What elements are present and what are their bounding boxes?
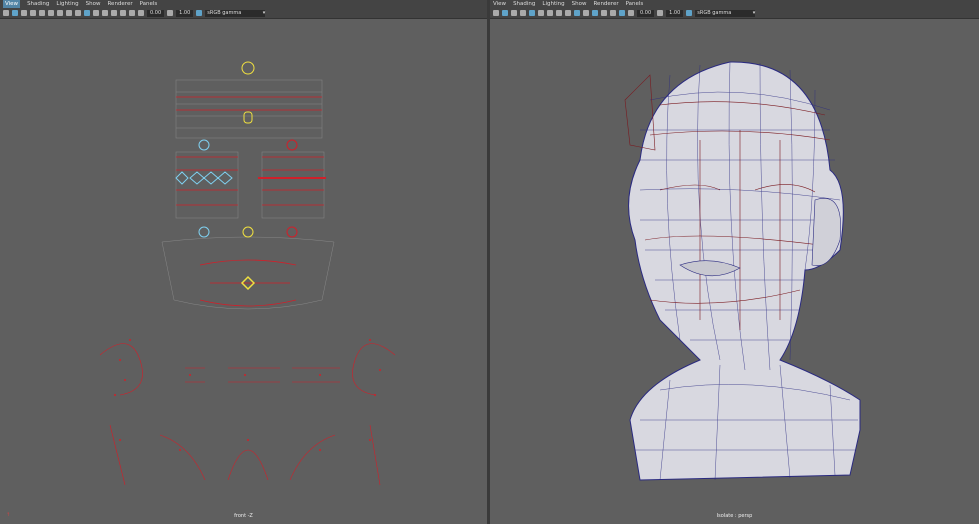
menu-lighting[interactable]: Lighting bbox=[542, 0, 564, 8]
gamma-icon[interactable] bbox=[167, 10, 174, 16]
chevron-down-icon: ▾ bbox=[752, 9, 756, 16]
gate-mask-icon[interactable] bbox=[556, 10, 562, 16]
chevron-down-icon: ▾ bbox=[262, 9, 266, 16]
exposure-icon[interactable] bbox=[138, 10, 144, 16]
color-space-dropdown[interactable]: sRGB gamma ▾ bbox=[205, 9, 266, 17]
head-surface bbox=[628, 61, 861, 481]
image-plane-icon[interactable] bbox=[30, 10, 36, 16]
lights-icon[interactable] bbox=[102, 10, 108, 16]
panel-toolbar: 0.00 1.00 sRGB gamma ▾ bbox=[0, 8, 487, 19]
gamma-icon[interactable] bbox=[657, 10, 664, 16]
bookmark-icon[interactable] bbox=[511, 10, 517, 16]
exposure-field[interactable]: 0.00 bbox=[147, 9, 165, 17]
gamma-field[interactable]: 1.00 bbox=[176, 9, 194, 17]
film-gate-icon[interactable] bbox=[48, 10, 54, 16]
gamma-field[interactable]: 1.00 bbox=[666, 9, 684, 17]
camera-label: front -Z bbox=[234, 513, 253, 519]
panel-menubar: View Shading Lighting Show Renderer Pane… bbox=[490, 0, 979, 8]
front-viewport-panel[interactable]: View Shading Lighting Show Renderer Pane… bbox=[0, 0, 487, 524]
menu-lighting[interactable]: Lighting bbox=[56, 0, 78, 8]
menu-view[interactable]: View bbox=[493, 0, 506, 8]
color-space-dropdown[interactable]: sRGB gamma ▾ bbox=[695, 9, 756, 17]
camera-select-icon[interactable] bbox=[3, 10, 9, 16]
grid-icon[interactable] bbox=[529, 10, 535, 16]
lights-icon[interactable] bbox=[592, 10, 598, 16]
camera-attributes-icon[interactable] bbox=[502, 10, 508, 16]
camera-attributes-icon[interactable] bbox=[12, 10, 18, 16]
menu-show[interactable]: Show bbox=[86, 0, 101, 8]
panel-menubar: View Shading Lighting Show Renderer Pane… bbox=[0, 0, 487, 8]
textured-icon[interactable] bbox=[93, 10, 99, 16]
color-management-icon[interactable] bbox=[196, 10, 203, 16]
menu-show[interactable]: Show bbox=[572, 0, 587, 8]
menu-shading[interactable]: Shading bbox=[27, 0, 49, 8]
isolate-icon[interactable] bbox=[129, 10, 135, 16]
film-gate-icon[interactable] bbox=[538, 10, 544, 16]
camera-select-icon[interactable] bbox=[493, 10, 499, 16]
isolate-icon[interactable] bbox=[619, 10, 625, 16]
xray-icon[interactable] bbox=[610, 10, 616, 16]
wireframe-icon[interactable] bbox=[565, 10, 571, 16]
panel-toolbar: 0.00 1.00 sRGB gamma ▾ bbox=[490, 8, 979, 19]
image-plane-icon[interactable] bbox=[520, 10, 526, 16]
wireframe-icon[interactable] bbox=[75, 10, 81, 16]
shadows-icon[interactable] bbox=[601, 10, 607, 16]
menu-renderer[interactable]: Renderer bbox=[593, 0, 618, 8]
textured-icon[interactable] bbox=[583, 10, 589, 16]
camera-label: Isolate : persp bbox=[716, 513, 753, 519]
menu-panels[interactable]: Panels bbox=[626, 0, 644, 8]
smooth-shade-icon[interactable] bbox=[84, 10, 90, 16]
resolution-gate-icon[interactable] bbox=[547, 10, 553, 16]
gate-mask-icon[interactable] bbox=[66, 10, 72, 16]
shadows-icon[interactable] bbox=[111, 10, 117, 16]
menu-shading[interactable]: Shading bbox=[513, 0, 535, 8]
menu-renderer[interactable]: Renderer bbox=[107, 0, 132, 8]
exposure-field[interactable]: 0.00 bbox=[637, 9, 655, 17]
face-rig-controls[interactable] bbox=[0, 19, 487, 524]
bookmark-icon[interactable] bbox=[21, 10, 27, 16]
menu-panels[interactable]: Panels bbox=[140, 0, 158, 8]
xray-icon[interactable] bbox=[120, 10, 126, 16]
head-mesh[interactable] bbox=[490, 19, 979, 524]
resolution-gate-icon[interactable] bbox=[57, 10, 63, 16]
grid-icon[interactable] bbox=[39, 10, 45, 16]
menu-view[interactable]: View bbox=[3, 0, 21, 8]
color-management-icon[interactable] bbox=[686, 10, 693, 16]
smooth-shade-icon[interactable] bbox=[574, 10, 580, 16]
exposure-icon[interactable] bbox=[628, 10, 634, 16]
persp-viewport-panel[interactable]: View Shading Lighting Show Renderer Pane… bbox=[490, 0, 979, 524]
